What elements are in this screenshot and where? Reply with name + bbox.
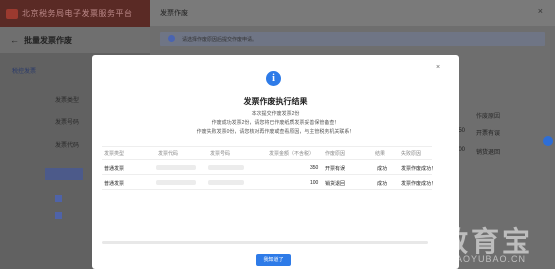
cell-type: 普通发票 — [104, 166, 125, 172]
back-arrow-icon[interactable]: ← — [10, 35, 19, 45]
col-header-result: 结果 — [375, 151, 386, 157]
row-checkbox[interactable] — [55, 212, 62, 219]
background-action-button[interactable] — [45, 168, 83, 180]
drawer-title: 发票作废 — [160, 10, 188, 17]
right-reason: 开票有误 — [476, 131, 501, 137]
col-header-reason: 作废原因 — [325, 151, 346, 157]
table-divider — [102, 174, 432, 175]
filter-label-type: 发票类型 — [55, 98, 80, 104]
summary-line: 作废失败发票0份，请您核对再作废或查看原因，与主管税务机关联系！ — [196, 129, 355, 135]
cell-detail: 发票作废成功！ — [401, 181, 437, 187]
watermark: 教育宝 JIAOYUBAO.CN — [440, 220, 533, 264]
close-icon[interactable]: × — [436, 64, 440, 71]
cell-reason: 销货退回 — [325, 181, 346, 187]
horizontal-scrollbar[interactable] — [102, 241, 428, 244]
drawer-notice: 请选择作废原因后提交作废申请。 — [160, 32, 545, 46]
right-reason: 销货退回 — [476, 150, 501, 156]
redacted-number — [208, 180, 244, 185]
notice-text: 请选择作废原因后提交作废申请。 — [182, 37, 258, 43]
filter-label-number: 发票号码 — [55, 120, 80, 126]
result-modal: × i 发票作废执行结果 本次提交作废发票2份 作废成功发票2份，请您将已作废纸… — [92, 55, 459, 269]
table-divider — [102, 189, 432, 190]
info-icon: i — [266, 71, 281, 86]
col-header-amount: 发票金额（不含税） — [269, 151, 315, 157]
cell-amount: 100 — [310, 180, 319, 186]
ok-button[interactable]: 我知道了 — [256, 254, 291, 266]
cell-result: 成功 — [377, 166, 388, 172]
summary-line: 本次提交作废发票2份 — [251, 111, 300, 117]
app-title: 北京税务局电子发票服务平台 — [22, 9, 133, 18]
redacted-code — [156, 165, 196, 170]
filter-label-code: 发票代码 — [55, 143, 80, 149]
row-checkbox[interactable] — [55, 195, 62, 202]
table-divider — [102, 159, 432, 160]
redacted-code — [156, 180, 196, 185]
watermark-url: JIAOYUBAO.CN — [446, 254, 526, 264]
summary-line: 作废成功发票2份，请您将已作废纸质发票妥善保管备查！ — [211, 120, 340, 126]
support-float-button[interactable] — [543, 136, 553, 146]
drawer-header: 发票作废 × — [150, 0, 555, 26]
right-col-header: 作废原因 — [476, 114, 501, 120]
cell-reason: 开票有误 — [325, 166, 346, 172]
tab-tax-invoice[interactable]: 税控发票 — [12, 66, 36, 75]
modal-title: 发票作废执行结果 — [243, 97, 308, 106]
info-icon — [168, 35, 175, 42]
col-header-number: 发票号码 — [210, 151, 231, 157]
cell-detail: 发票作废成功！ — [401, 166, 437, 172]
drawer-close-icon[interactable]: × — [538, 6, 543, 16]
cell-type: 普通发票 — [104, 181, 125, 187]
col-header-type: 发票类型 — [104, 151, 125, 157]
cell-result: 成功 — [377, 181, 388, 187]
redacted-number — [208, 165, 244, 170]
col-header-code: 发票代码 — [158, 151, 179, 157]
app-logo-icon — [6, 9, 18, 19]
cell-amount: 350 — [310, 165, 319, 171]
col-header-detail: 失败原因 — [401, 151, 422, 157]
page-title: 批量发票作废 — [24, 36, 72, 45]
table-divider — [102, 146, 432, 147]
